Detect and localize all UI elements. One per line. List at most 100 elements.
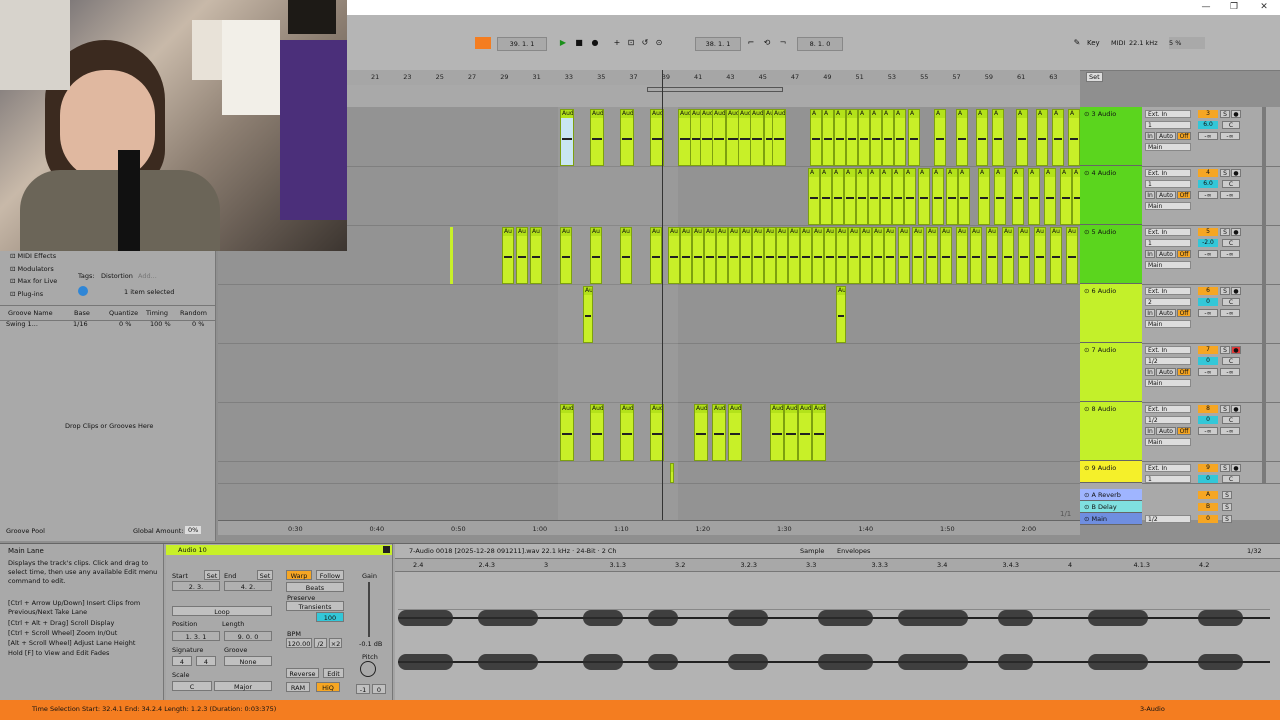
loop-length-field[interactable]: 8. 1. 0 xyxy=(797,37,843,51)
input-channel-select[interactable]: 1 xyxy=(1145,180,1191,188)
send-b[interactable]: -∞ xyxy=(1220,368,1240,376)
overdub-icon[interactable]: + xyxy=(611,37,623,49)
audio-clip[interactable]: A xyxy=(1060,168,1072,225)
arm-button-icon[interactable]: ● xyxy=(1231,228,1241,236)
arrangement-view[interactable]: Audio 10 Audio 10 Audio 10 Audio 10 Audio 10… xyxy=(218,107,1084,520)
audio-clip[interactable]: Au xyxy=(740,227,752,284)
audio-clip[interactable]: Au xyxy=(812,227,824,284)
clip-name-bar[interactable]: Audio 10 xyxy=(166,545,392,555)
audio-clip[interactable]: Au xyxy=(848,227,860,284)
audio-clip[interactable]: Au xyxy=(752,227,764,284)
reenable-automation-icon[interactable]: ↺ xyxy=(639,37,651,49)
audio-clip[interactable]: Au xyxy=(836,227,848,284)
return-track-header[interactable]: ⊙ Main xyxy=(1080,513,1142,525)
follow-button[interactable]: Follow xyxy=(316,570,344,580)
audio-clip[interactable]: Audio 1 xyxy=(712,404,726,461)
return-track-header[interactable]: ⊙ A Reverb xyxy=(1080,489,1142,501)
monitor-in-button[interactable]: In xyxy=(1145,368,1155,376)
audio-clip[interactable]: Audio 10 xyxy=(560,109,574,166)
track-volume[interactable]: 0 xyxy=(1198,298,1218,306)
audio-clip[interactable]: Au xyxy=(800,227,812,284)
audio-clip[interactable]: A xyxy=(846,109,858,166)
audio-clip[interactable]: Au xyxy=(692,227,704,284)
return-activator[interactable]: B xyxy=(1198,503,1218,511)
position-field[interactable]: 1. 3. 1 xyxy=(172,631,220,641)
return-solo-button[interactable]: S xyxy=(1222,491,1232,499)
start-field[interactable]: 2. 3. xyxy=(172,581,220,591)
audio-clip[interactable]: A xyxy=(880,168,892,225)
pan-knob[interactable]: C xyxy=(1222,475,1240,483)
track-header[interactable]: ⊙ 7 Audio xyxy=(1080,343,1142,402)
audio-clip[interactable]: A xyxy=(932,168,944,225)
track-volume[interactable]: -2.0 xyxy=(1198,239,1218,247)
monitor-auto-button[interactable]: Auto xyxy=(1156,250,1176,258)
monitor-auto-button[interactable]: Auto xyxy=(1156,427,1176,435)
audio-clip[interactable]: A xyxy=(892,168,904,225)
audio-clip[interactable]: A xyxy=(870,109,882,166)
gain-slider[interactable] xyxy=(368,582,370,637)
audio-clip[interactable]: A xyxy=(946,168,958,225)
audio-clip[interactable]: Audio 1 xyxy=(798,404,812,461)
monitor-in-button[interactable]: In xyxy=(1145,191,1155,199)
maximize-button[interactable]: ❐ xyxy=(1223,0,1245,14)
loop-brace[interactable] xyxy=(647,87,783,92)
audio-clip[interactable]: Au xyxy=(590,227,602,284)
monitor-off-button[interactable]: Off xyxy=(1177,427,1191,435)
groove-select[interactable]: None xyxy=(224,656,272,666)
audio-clip[interactable]: Au xyxy=(516,227,528,284)
track-activator[interactable]: 8 xyxy=(1198,405,1218,413)
pitch-semitones[interactable]: -1 xyxy=(356,684,370,694)
arm-button-icon[interactable]: ● xyxy=(1231,287,1241,295)
audio-clip[interactable] xyxy=(670,463,674,483)
half-tempo-button[interactable]: /2 xyxy=(314,638,327,648)
global-amount-value[interactable]: 0% xyxy=(185,526,202,534)
input-type-select[interactable]: Ext. In xyxy=(1145,464,1191,472)
send-a[interactable]: -∞ xyxy=(1198,132,1218,140)
send-b[interactable]: -∞ xyxy=(1220,132,1240,140)
audio-clip[interactable]: A xyxy=(894,109,906,166)
audio-clip[interactable]: Au xyxy=(620,227,632,284)
arrangement-record-icon[interactable] xyxy=(475,37,491,49)
audio-clip[interactable]: A xyxy=(994,168,1006,225)
audio-clip[interactable]: A xyxy=(820,168,832,225)
send-a[interactable]: -∞ xyxy=(1198,368,1218,376)
audio-clip[interactable]: Au xyxy=(884,227,896,284)
audio-clip[interactable]: Audio 1 xyxy=(620,404,634,461)
scrub-area[interactable] xyxy=(347,85,1080,107)
browser-item[interactable]: ⊡ Modulators xyxy=(10,265,54,273)
solo-button[interactable]: S xyxy=(1220,228,1230,236)
audio-clip[interactable]: Au xyxy=(583,286,593,343)
track-name[interactable]: ⊙ 7 Audio xyxy=(1084,346,1116,354)
track-name[interactable]: ⊙ 8 Audio xyxy=(1084,405,1116,413)
monitor-off-button[interactable]: Off xyxy=(1177,132,1191,140)
audio-clip[interactable]: A xyxy=(1044,168,1056,225)
stop-icon[interactable]: ■ xyxy=(573,37,585,49)
track-activator[interactable]: 6 xyxy=(1198,287,1218,295)
send-b[interactable]: -∞ xyxy=(1220,309,1240,317)
audio-clip[interactable]: Au xyxy=(860,227,872,284)
solo-button[interactable]: S xyxy=(1220,110,1230,118)
close-button[interactable]: ✕ xyxy=(1253,0,1275,14)
track-name[interactable]: ⊙ 4 Audio xyxy=(1084,169,1116,177)
hiq-button[interactable]: HiQ xyxy=(316,682,340,692)
monitor-auto-button[interactable]: Auto xyxy=(1156,191,1176,199)
input-type-select[interactable]: Ext. In xyxy=(1145,346,1191,354)
punch-out-icon[interactable]: ¬ xyxy=(777,37,789,49)
preserve-select[interactable]: Transients xyxy=(286,601,344,611)
input-channel-select[interactable]: 1/2 xyxy=(1145,416,1191,424)
track-activator[interactable]: 4 xyxy=(1198,169,1218,177)
input-type-select[interactable]: Ext. In xyxy=(1145,110,1191,118)
track-volume[interactable]: 0 xyxy=(1198,357,1218,365)
tab-sample[interactable]: Sample xyxy=(800,547,824,555)
scale-root-select[interactable]: C xyxy=(172,681,212,691)
double-tempo-button[interactable]: ×2 xyxy=(329,638,342,648)
return-track-header[interactable]: ⊙ B Delay xyxy=(1080,501,1142,513)
audio-clip[interactable]: A xyxy=(808,168,820,225)
groove-cell[interactable]: 1/16 xyxy=(73,320,88,328)
track-volume[interactable]: 0 xyxy=(1198,475,1218,483)
audio-clip[interactable]: A xyxy=(958,168,970,225)
audio-clip[interactable]: Au xyxy=(1050,227,1062,284)
audio-clip[interactable]: Au xyxy=(788,227,800,284)
audio-clip[interactable]: Audio 1 xyxy=(728,404,742,461)
output-select[interactable]: Main xyxy=(1145,143,1191,151)
